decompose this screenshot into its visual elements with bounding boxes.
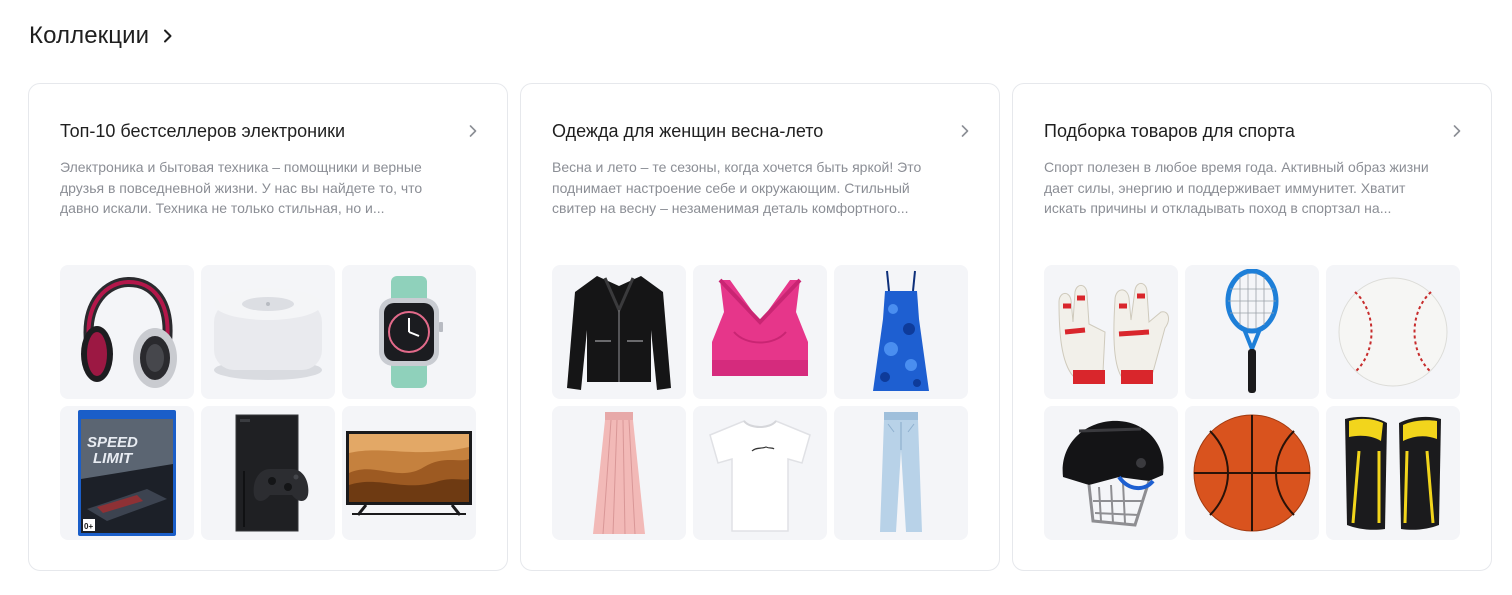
- card-description: Спорт полезен в любое время года. Активн…: [1044, 159, 1429, 216]
- product-tile-headphones[interactable]: [60, 265, 194, 399]
- tv-icon: [346, 431, 472, 516]
- product-tile-tennis-racket[interactable]: [1185, 265, 1319, 399]
- card-header: Одежда для женщин весна-лето: [552, 120, 971, 142]
- chevron-right-icon: [1453, 125, 1461, 137]
- headphones-icon: [81, 276, 177, 388]
- product-tile-game-console[interactable]: [201, 406, 335, 540]
- watch-icon: [379, 276, 443, 388]
- dress-icon: [873, 270, 929, 391]
- game-cover-icon: SPEED LIMIT 0+: [78, 410, 176, 536]
- skirt-icon: [593, 412, 645, 535]
- product-tile-white-tshirt[interactable]: [693, 406, 827, 540]
- product-tile-game-disc[interactable]: SPEED LIMIT 0+: [60, 406, 194, 540]
- collections-header[interactable]: Коллекции: [29, 22, 173, 50]
- jacket-icon: [567, 276, 671, 390]
- collection-card-electronics[interactable]: Топ-10 бестселлеров электроники Электрон…: [28, 83, 508, 571]
- speaker-icon: [214, 288, 322, 380]
- product-tile-jeans[interactable]: [834, 406, 968, 540]
- product-tile-basketball[interactable]: [1185, 406, 1319, 540]
- product-tile-leather-jacket[interactable]: [552, 265, 686, 399]
- collection-card-sports[interactable]: Подборка товаров для спорта Спорт полезе…: [1012, 83, 1492, 571]
- shin-guard-icon: [1345, 416, 1441, 530]
- game-title-line1: SPEED: [87, 434, 138, 451]
- product-tile-smart-speaker[interactable]: [201, 265, 335, 399]
- chevron-right-icon: [961, 125, 969, 137]
- baseball-icon: [1338, 277, 1448, 387]
- card-description: Электроника и бытовая техника – помощник…: [60, 159, 423, 216]
- product-grid: [552, 265, 968, 540]
- product-grid: SPEED LIMIT 0+: [60, 265, 476, 540]
- age-rating: 0+: [84, 522, 93, 531]
- chevron-right-icon: [469, 125, 477, 137]
- collections-list: Топ-10 бестселлеров электроники Электрон…: [28, 83, 1492, 571]
- card-title: Топ-10 бестселлеров электроники: [60, 120, 346, 141]
- product-tile-smartwatch[interactable]: [342, 265, 476, 399]
- product-tile-goalkeeper-gloves[interactable]: [1044, 265, 1178, 399]
- console-icon: [235, 414, 309, 532]
- tshirt-icon: [709, 420, 811, 532]
- gloves-icon: [1058, 283, 1169, 384]
- product-grid: [1044, 265, 1460, 540]
- racket-icon: [1225, 269, 1279, 393]
- card-header: Топ-10 бестселлеров электроники: [60, 120, 479, 142]
- product-tile-tv[interactable]: [342, 406, 476, 540]
- card-description: Весна и лето – те сезоны, когда хочется …: [552, 159, 922, 216]
- basketball-icon: [1193, 414, 1311, 532]
- product-tile-pleated-skirt[interactable]: [552, 406, 686, 540]
- section-title: Коллекции: [29, 22, 150, 49]
- collection-card-womens-clothing[interactable]: Одежда для женщин весна-лето Весна и лет…: [520, 83, 1000, 571]
- card-title: Одежда для женщин весна-лето: [552, 120, 824, 141]
- product-tile-shin-guards[interactable]: [1326, 406, 1460, 540]
- helmet-icon: [1062, 420, 1164, 527]
- bra-icon: [712, 278, 808, 376]
- product-tile-sports-bra[interactable]: [693, 265, 827, 399]
- product-tile-baseball[interactable]: [1326, 265, 1460, 399]
- card-title: Подборка товаров для спорта: [1044, 120, 1295, 141]
- game-title-line2: LIMIT: [93, 450, 134, 467]
- chevron-right-icon: [163, 29, 173, 43]
- product-tile-blue-dress[interactable]: [834, 265, 968, 399]
- product-tile-hockey-helmet[interactable]: [1044, 406, 1178, 540]
- card-header: Подборка товаров для спорта: [1044, 120, 1463, 142]
- jeans-icon: [880, 412, 922, 532]
